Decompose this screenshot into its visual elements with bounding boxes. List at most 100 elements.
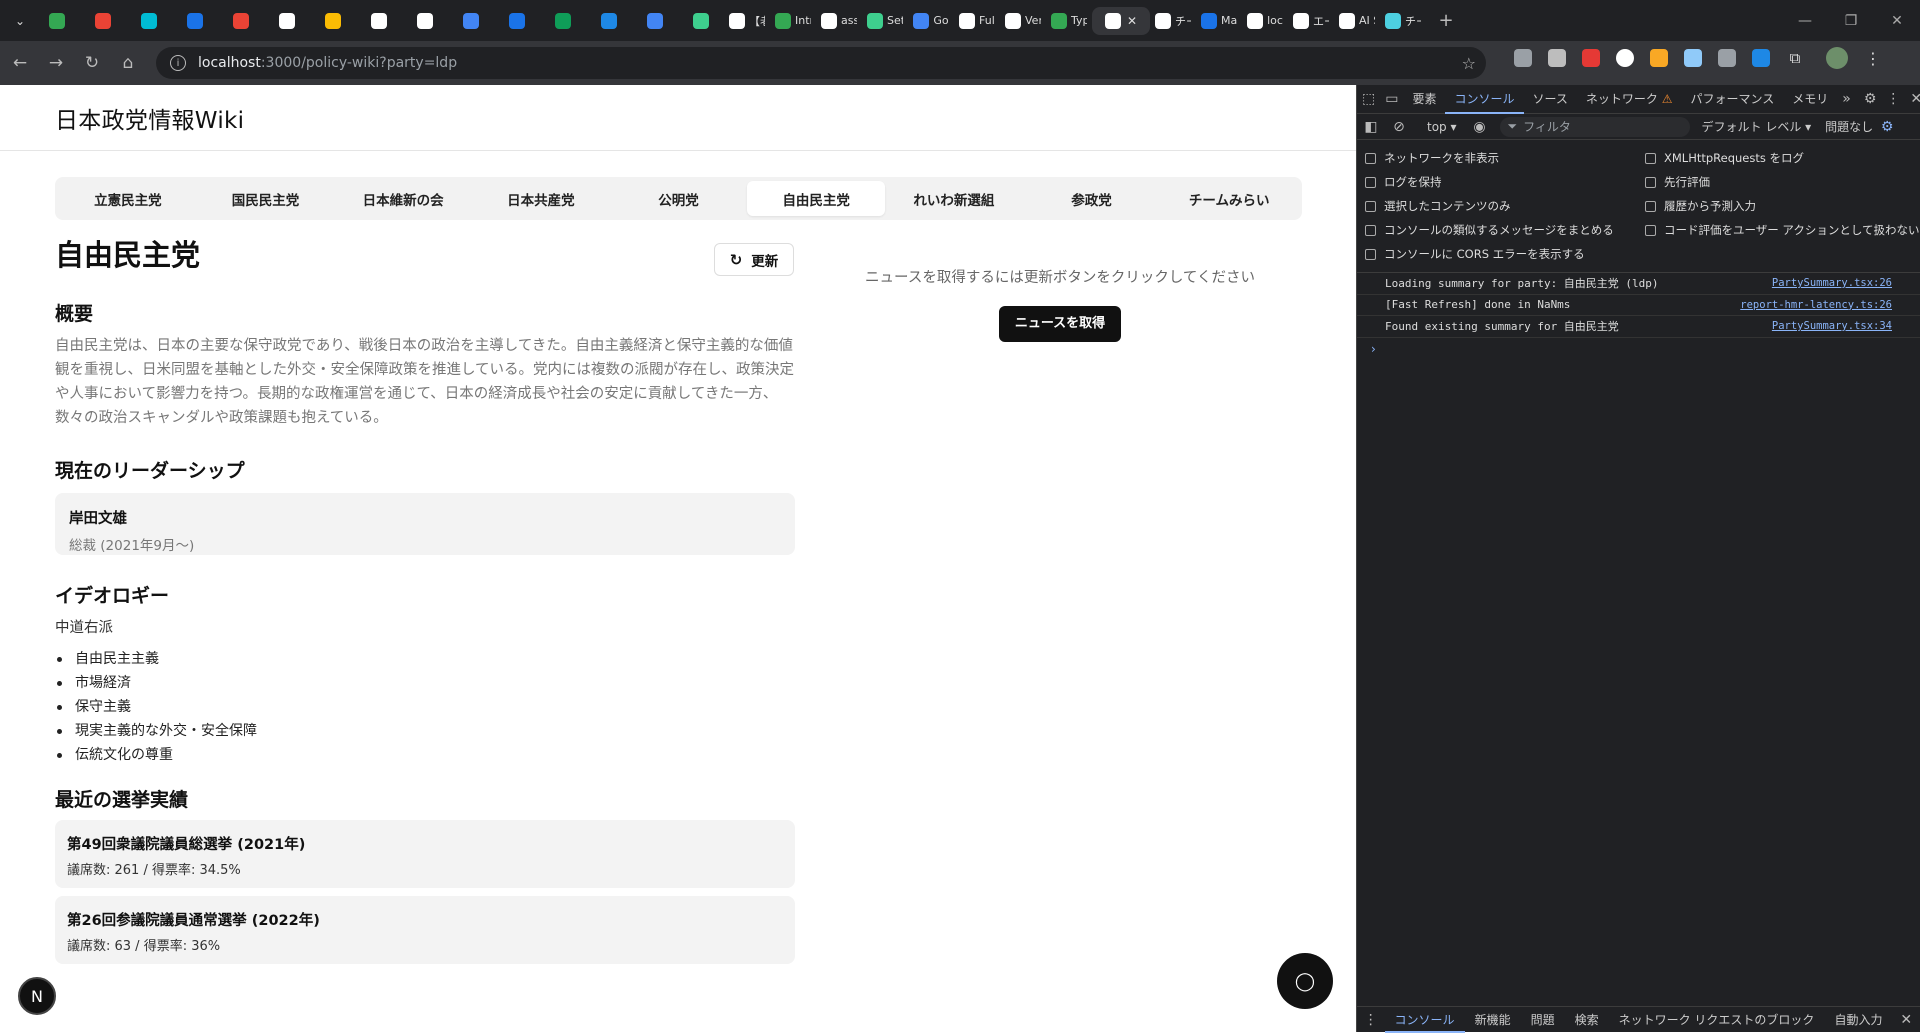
console-setting-checkbox[interactable]: ネットワークを非表示	[1365, 146, 1645, 170]
browser-tab[interactable]	[34, 7, 80, 35]
puzzle-alt-extension-icon[interactable]	[1718, 49, 1736, 67]
camera-extension-icon[interactable]	[1514, 49, 1532, 67]
devtools-menu-icon[interactable]: ⋮	[1886, 90, 1900, 108]
console-setting-checkbox[interactable]: 選択したコンテンツのみ	[1365, 194, 1645, 218]
checkbox-icon[interactable]	[1645, 176, 1656, 188]
browser-tab[interactable]: loc	[1242, 7, 1288, 35]
inspect-element-icon[interactable]: ⬚	[1362, 90, 1375, 108]
browser-tab[interactable]	[264, 7, 310, 35]
devtools-close-icon[interactable]: ✕	[1910, 90, 1920, 108]
browser-tab[interactable]	[172, 7, 218, 35]
browser-tab[interactable]: ✕	[1092, 6, 1150, 35]
drawer-tab[interactable]: コンソール	[1384, 1007, 1465, 1033]
party-tab[interactable]: 立憲民主党	[59, 181, 197, 216]
tab-search-button[interactable]: ⌄	[6, 7, 34, 35]
console-setting-checkbox[interactable]: コンソールに CORS エラーを表示する	[1365, 242, 1645, 266]
tab-close-icon[interactable]: ✕	[1127, 14, 1137, 28]
browser-tab[interactable]: AI S	[1334, 7, 1380, 35]
drawer-close-icon[interactable]: ✕	[1897, 1011, 1915, 1029]
devtools-tab[interactable]: コンソール	[1445, 85, 1524, 114]
console-setting-checkbox[interactable]: 先行評価	[1645, 170, 1920, 194]
console-setting-checkbox[interactable]: 履歴から予測入力	[1645, 194, 1920, 218]
browser-tab[interactable]: Go	[908, 7, 954, 35]
checkbox-icon[interactable]	[1365, 248, 1376, 260]
browser-tab[interactable]: 【老	[724, 7, 770, 35]
party-tab[interactable]: 公明党	[610, 181, 748, 216]
profile-avatar[interactable]	[1826, 47, 1848, 69]
party-tab[interactable]: 日本維新の会	[334, 181, 472, 216]
browser-tab[interactable]	[402, 7, 448, 35]
minimize-icon[interactable]: —	[1782, 0, 1828, 41]
more-tabs-icon[interactable]: »	[1842, 90, 1851, 108]
browser-tab[interactable]	[632, 7, 678, 35]
close-window-icon[interactable]: ✕	[1874, 0, 1920, 41]
refresh-button[interactable]: ↻ 更新	[714, 243, 794, 276]
home-button[interactable]: ⌂	[112, 47, 144, 79]
console-settings-icon[interactable]: ⚙	[1878, 118, 1896, 136]
url-bar[interactable]: i localhost:3000/policy-wiki?party=ldp ☆	[156, 47, 1486, 79]
checkbox-icon[interactable]	[1365, 176, 1376, 188]
devtools-tab[interactable]: 要素	[1403, 85, 1445, 114]
browser-tab[interactable]	[126, 7, 172, 35]
checkbox-icon[interactable]	[1645, 200, 1656, 212]
drawer-tab[interactable]: 問題	[1521, 1007, 1565, 1033]
new-tab-button[interactable]: +	[1432, 7, 1460, 35]
browser-tab[interactable]	[586, 7, 632, 35]
party-tab[interactable]: 自由民主党	[747, 181, 886, 216]
browser-tab[interactable]: チー	[1380, 7, 1426, 35]
browser-tab[interactable]: ass	[816, 7, 862, 35]
checkbox-icon[interactable]	[1645, 224, 1656, 236]
devtools-tab[interactable]: ネットワーク ⚠	[1577, 85, 1682, 114]
device-toolbar-icon[interactable]: ▭	[1385, 90, 1398, 108]
console-setting-checkbox[interactable]: コンソールの類似するメッセージをまとめる	[1365, 218, 1645, 242]
eye-icon[interactable]: ◉	[1471, 118, 1489, 136]
devtools-settings-icon[interactable]: ⚙	[1864, 90, 1877, 108]
fetch-news-button[interactable]: ニュースを取得	[998, 306, 1122, 342]
party-tab[interactable]: チームみらい	[1160, 181, 1298, 216]
log-level-select[interactable]: デフォルト レベル ▾	[1702, 118, 1812, 135]
browser-tab[interactable]	[494, 7, 540, 35]
browser-tab[interactable]	[678, 7, 724, 35]
clear-console-icon[interactable]: ⊘	[1390, 118, 1408, 136]
bookmark-star-icon[interactable]: ☆	[1462, 54, 1476, 73]
console-setting-checkbox[interactable]: コード評価をユーザー アクションとして扱わない	[1645, 218, 1920, 242]
console-log-source-link[interactable]: report-hmr-latency.ts:26	[1740, 299, 1892, 311]
console-setting-checkbox[interactable]: ログを保持	[1365, 170, 1645, 194]
party-tab[interactable]: れいわ新選組	[885, 181, 1023, 216]
browser-tab[interactable]: Ver	[1000, 7, 1046, 35]
drawer-menu-icon[interactable]: ⋮	[1362, 1011, 1380, 1029]
console-prompt[interactable]: ›	[1357, 338, 1920, 356]
checkbox-icon[interactable]	[1365, 152, 1376, 164]
record-extension-icon[interactable]	[1616, 49, 1634, 67]
browser-menu-icon[interactable]: ⋮	[1864, 49, 1882, 68]
issues-counter[interactable]: 問題なし	[1825, 118, 1873, 135]
browser-tab[interactable]: Full	[954, 7, 1000, 35]
console-log-source-link[interactable]: PartySummary.tsx:34	[1772, 320, 1892, 332]
context-select[interactable]: top ▾	[1427, 120, 1457, 134]
site-info-icon[interactable]: i	[170, 55, 186, 71]
console-filter-input[interactable]: ⏷ フィルタ	[1499, 116, 1690, 137]
devtools-tab[interactable]: ソース	[1524, 85, 1577, 114]
browser-tab[interactable]: Intr	[770, 7, 816, 35]
browser-tab[interactable]: Typ	[1046, 7, 1092, 35]
browser-tab[interactable]	[80, 7, 126, 35]
browser-tab[interactable]	[356, 7, 402, 35]
checkbox-icon[interactable]	[1645, 152, 1656, 164]
party-tab[interactable]: 参政党	[1023, 181, 1161, 216]
restore-icon[interactable]: ❐	[1828, 0, 1874, 41]
browser-tab[interactable]	[310, 7, 356, 35]
checkbox-icon[interactable]	[1365, 224, 1376, 236]
console-log-source-link[interactable]: PartySummary.tsx:26	[1772, 277, 1892, 289]
party-tab[interactable]: 日本共産党	[472, 181, 610, 216]
drawer-tab[interactable]: ネットワーク リクエストのブロック	[1609, 1007, 1825, 1033]
doc-extension-icon[interactable]	[1684, 49, 1702, 67]
forward-button[interactable]: →	[40, 47, 72, 79]
browser-tab[interactable]	[448, 7, 494, 35]
drawer-tab[interactable]: 新機能	[1465, 1007, 1521, 1033]
red-extension-icon[interactable]	[1582, 49, 1600, 67]
browser-tab[interactable]: Ma	[1196, 7, 1242, 35]
browser-tab[interactable]: エー	[1288, 7, 1334, 35]
checkbox-icon[interactable]	[1365, 200, 1376, 212]
devtools-tab[interactable]: パフォーマンス	[1682, 85, 1784, 114]
back-button[interactable]: ←	[4, 47, 36, 79]
